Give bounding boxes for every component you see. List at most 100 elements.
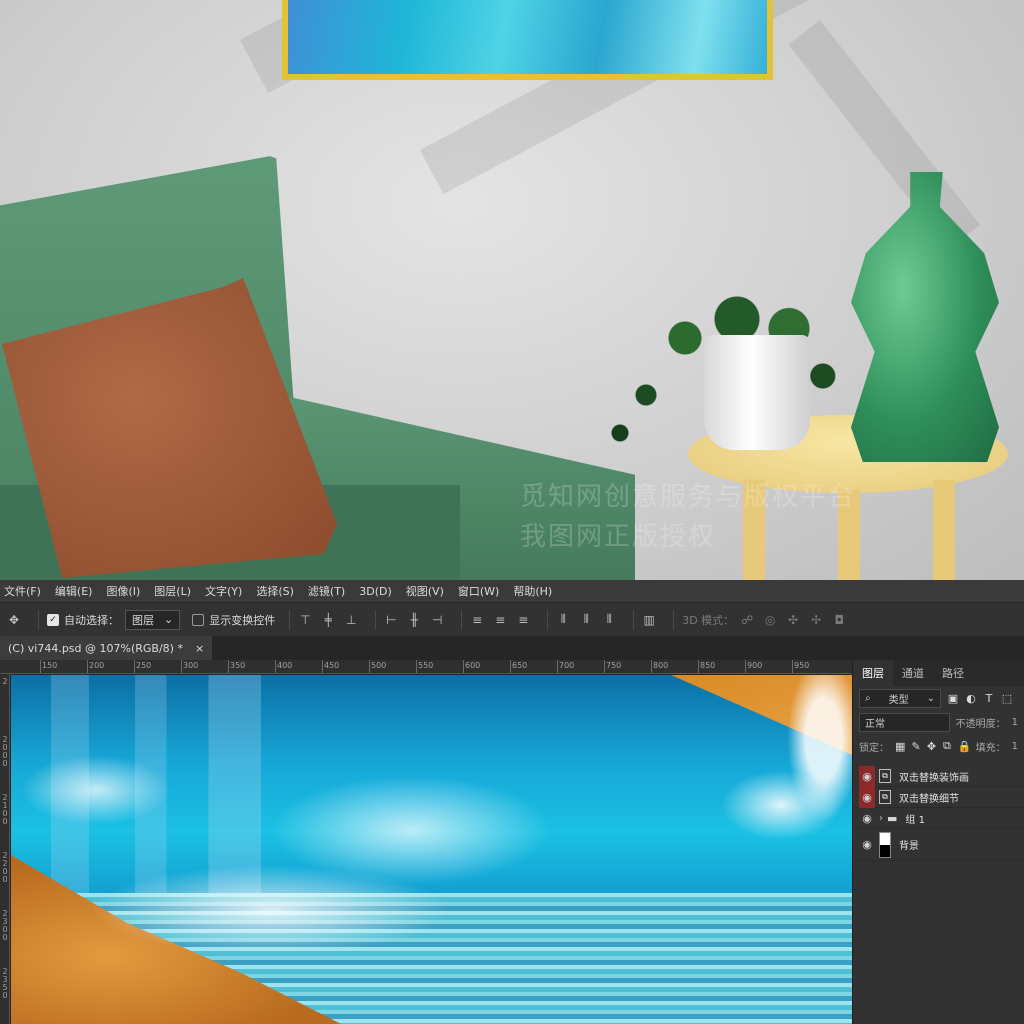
ruler-tick-label: 950 (794, 661, 810, 670)
lock-pixels-icon[interactable]: ▦ (895, 740, 905, 753)
ruler-tick-label: 850 (700, 661, 716, 670)
ruler-tick-label: 2300 (2, 909, 8, 942)
blend-mode-dropdown[interactable]: 正常 (859, 712, 950, 732)
chevron-right-icon[interactable]: › (879, 813, 883, 824)
auto-select-label: 自动选择： (64, 613, 119, 627)
ruler-tick-label: 400 (277, 661, 293, 670)
lock-image-icon[interactable]: ✎ (911, 740, 921, 753)
menu-bar: 文件(F) 编辑(E) 图像(I) 图层(L) 文字(Y) 选择(S) 滤镜(T… (0, 580, 1024, 602)
panel-tabs: 图层 通道 路径 (853, 660, 1024, 686)
align-hcenter-icon[interactable]: ╫ (407, 613, 421, 627)
window-shadow (788, 20, 981, 250)
document-tab-bar: (C) vi744.psd @ 107%(RGB/8) * × (0, 636, 852, 660)
menu-image[interactable]: 图像(I) (106, 583, 140, 599)
auto-align-icon[interactable]: ▥ (642, 613, 656, 627)
3d-orbit-icon[interactable]: ☍ (740, 613, 754, 627)
distribute-hcenter-icon[interactable]: ⫴ (579, 612, 593, 627)
menu-window[interactable]: 窗口(W) (458, 583, 499, 599)
distribute-vcenter-icon[interactable]: ≡ (493, 613, 507, 627)
menu-type[interactable]: 文字(Y) (205, 583, 242, 599)
menu-edit[interactable]: 编辑(E) (55, 583, 93, 599)
ruler-tick-label: 300 (183, 661, 199, 670)
shape-filter-icon[interactable]: ⬚ (1001, 692, 1013, 705)
menu-3d[interactable]: 3D(D) (359, 585, 392, 598)
ruler-tick-label: 150 (42, 661, 58, 670)
menu-select[interactable]: 选择(S) (256, 583, 294, 599)
tab-paths[interactable]: 路径 (933, 660, 973, 686)
plant-pot (704, 335, 810, 450)
table-leg (933, 480, 955, 580)
mockup-preview-image: 觅知网创意服务与版权平台 我图网正版授权 (0, 0, 1024, 580)
auto-select-value: 图层 (132, 613, 154, 627)
3d-drag-icon[interactable]: ✣ (786, 613, 800, 627)
blend-mode-value: 正常 (865, 718, 885, 730)
distribute-right-icon[interactable]: ⫴ (602, 612, 616, 627)
3d-slide-icon[interactable]: ✢ (809, 613, 823, 627)
align-left-icon[interactable]: ⊢ (384, 613, 398, 627)
document-tab-title: (C) vi744.psd @ 107%(RGB/8) * (8, 641, 183, 655)
horizontal-ruler: 150 200 250 300 350 400 450 500 550 600 650 700 750 8… (0, 660, 852, 674)
menu-help[interactable]: 帮助(H) (513, 583, 552, 599)
pixel-filter-icon[interactable]: ▣ (947, 692, 959, 705)
menu-filter[interactable]: 滤镜(T) (308, 583, 345, 599)
eye-icon[interactable]: ◉ (859, 765, 875, 787)
layer-name: 组 1 (905, 814, 925, 826)
layer-filter-value: 类型 (888, 694, 909, 706)
adjustment-filter-icon[interactable]: ◐ (965, 692, 977, 705)
layers-panel: 图层 通道 路径 ⌕ 类型 ⌄ ▣ ◐ T ⬚ 正常 不透明度： 1 锁定： ▦ ✎… (852, 660, 1024, 1024)
ruler-tick-label: 200 (89, 661, 105, 670)
fill-value[interactable]: 1 (1012, 741, 1018, 752)
ruler-tick-label: 550 (418, 661, 434, 670)
ruler-tick-label: 2100 (2, 793, 8, 826)
layer-row[interactable]: ◉ ⧉ 双击替换装饰画 (853, 765, 1024, 787)
lock-all-icon[interactable]: 🔒 (958, 740, 972, 753)
show-transform-checkbox[interactable] (192, 613, 205, 626)
auto-select-dropdown[interactable]: 图层 ⌄ (125, 609, 181, 630)
layer-row[interactable]: ◉ › ▬ 组 1 (853, 808, 1024, 829)
tab-channels[interactable]: 通道 (893, 660, 933, 686)
distribute-bottom-icon[interactable]: ≡ (516, 613, 530, 627)
search-icon: ⌕ (865, 692, 871, 704)
3d-camera-icon[interactable]: ◘ (832, 613, 846, 627)
layer-list: ◉ ⧉ 双击替换装饰画 ◉ ⧉ 双击替换细节 ◉ › ▬ 组 1 ◉ 背景 (853, 765, 1024, 861)
eye-icon[interactable]: ◉ (859, 808, 875, 829)
watermark-text: 觅知网创意服务与版权平台 (520, 482, 857, 512)
tab-layers[interactable]: 图层 (853, 660, 893, 686)
chevron-down-icon: ⌄ (164, 613, 174, 626)
ruler-tick-label: 650 (512, 661, 528, 670)
menu-file[interactable]: 文件(F) (4, 583, 41, 599)
move-tool-icon[interactable]: ✥ (6, 613, 22, 627)
3d-roll-icon[interactable]: ◎ (763, 613, 777, 627)
menu-layer[interactable]: 图层(L) (154, 583, 191, 599)
divider (673, 609, 675, 630)
options-bar: ✥ ✓ 自动选择： 图层 ⌄ 显示变换控件 ⊤ ╪ ⊥ ⊢ ╫ ⊣ ≡ ≡ ≡ ⫴… (0, 602, 1024, 636)
lock-label: 锁定： (859, 742, 889, 754)
document-tab[interactable]: (C) vi744.psd @ 107%(RGB/8) * × (0, 636, 213, 660)
close-icon[interactable]: × (195, 642, 204, 655)
lock-position-icon[interactable]: ✥ (927, 740, 936, 753)
lock-artboard-icon[interactable]: ⧉ (942, 739, 951, 753)
auto-select-checkbox[interactable]: ✓ (47, 613, 59, 626)
align-top-icon[interactable]: ⊤ (298, 613, 312, 627)
ruler-tick-label: 350 (230, 661, 246, 670)
distribute-left-icon[interactable]: ⫴ (556, 612, 570, 627)
eye-icon[interactable]: ◉ (859, 786, 875, 808)
ruler-tick-label: 700 (559, 661, 575, 670)
divider (547, 609, 549, 630)
eye-icon[interactable]: ◉ (859, 829, 875, 861)
layer-row[interactable]: ◉ 背景 (853, 829, 1024, 861)
ruler-tick-label: 600 (465, 661, 481, 670)
align-bottom-icon[interactable]: ⊥ (344, 613, 358, 627)
distribute-top-icon[interactable]: ≡ (470, 613, 484, 627)
opacity-value[interactable]: 1 (1012, 717, 1018, 728)
watermark-text: 我图网正版授权 (520, 522, 717, 552)
type-filter-icon[interactable]: T (983, 692, 995, 705)
ruler-tick-label: 900 (747, 661, 763, 670)
document-canvas[interactable] (11, 675, 852, 1024)
layer-row[interactable]: ◉ ⧉ 双击替换细节 (853, 786, 1024, 808)
align-right-icon[interactable]: ⊣ (430, 613, 444, 627)
layer-filter-dropdown[interactable]: ⌕ 类型 ⌄ (859, 688, 941, 708)
divider (375, 609, 377, 630)
menu-view[interactable]: 视图(V) (406, 583, 444, 599)
align-vcenter-icon[interactable]: ╪ (321, 613, 335, 627)
